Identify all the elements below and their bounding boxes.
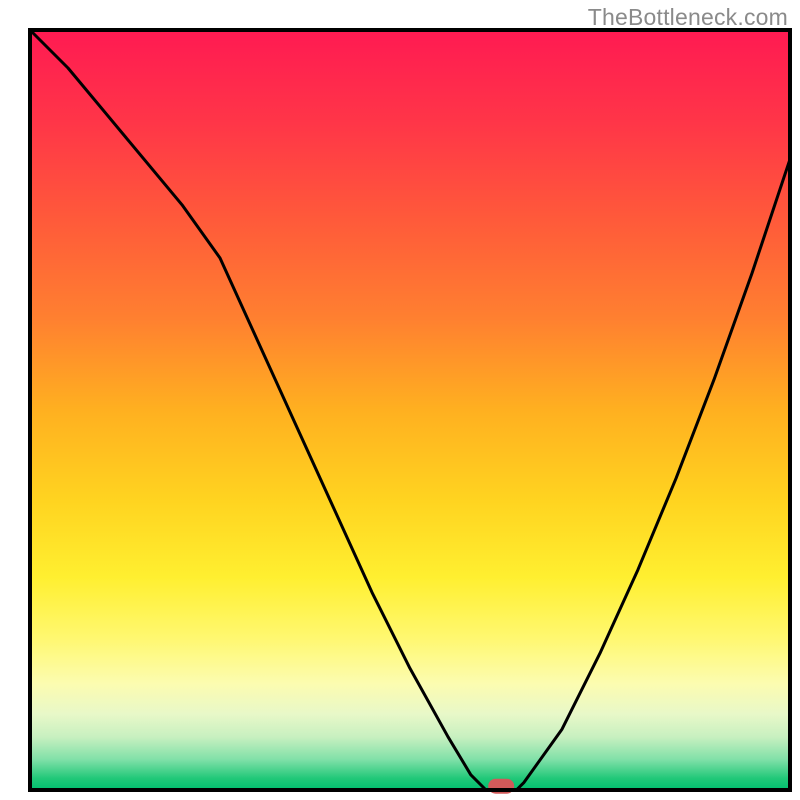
watermark-text: TheBottleneck.com <box>588 4 788 31</box>
chart-container: TheBottleneck.com <box>0 0 800 800</box>
chart-background-gradient <box>30 30 790 790</box>
bottleneck-chart <box>0 0 800 800</box>
